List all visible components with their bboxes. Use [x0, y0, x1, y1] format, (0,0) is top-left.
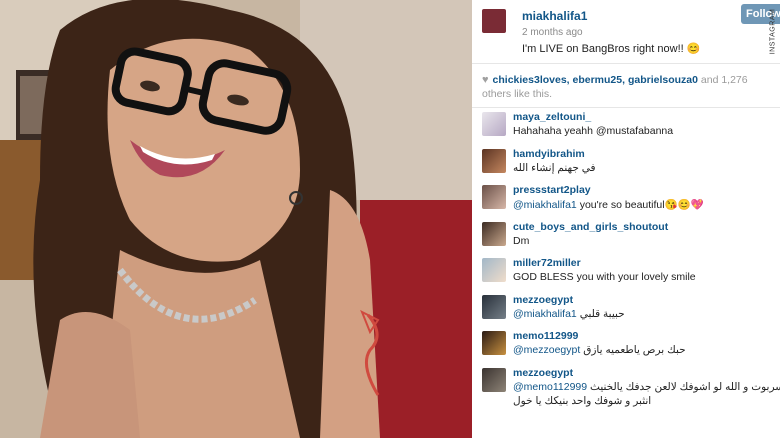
comment-mention[interactable]: @memo112999: [513, 381, 587, 393]
comment-body: حبك برص ياطعميه يازق: [580, 344, 686, 356]
comment-text: @miakhalifa1 you're so beautiful😘😊💖: [513, 198, 704, 211]
owner-avatar[interactable]: [482, 9, 506, 33]
comment-username[interactable]: hamdyibrahim: [513, 148, 585, 160]
comment-body: حبيبة قلبي: [576, 307, 625, 320]
selfie-photo: [0, 0, 472, 438]
comment-text: @memo112999 كل زق يا السربوت و الله لو ا…: [513, 381, 780, 393]
comment-username[interactable]: pressstart2play: [513, 184, 591, 196]
comment-item: mezzoegypt @miakhalifa1 حبيبة قلبي: [472, 291, 780, 328]
commenter-avatar[interactable]: [482, 112, 506, 136]
comment-list: maya_zeltouni_ Hahahaha yeahh @mustafaba…: [472, 108, 780, 407]
comment-username[interactable]: mezzoegypt: [513, 294, 573, 306]
comment-text: Dm: [513, 234, 530, 247]
comment-text-line2: انثبر و شوفك واحد بنيكك يا خول: [513, 394, 652, 407]
post-timestamp: 2 months ago: [522, 27, 583, 38]
comment-username[interactable]: cute_boys_and_girls_shoutout: [513, 221, 668, 233]
post-header: miakhalifa1 2 months ago I'm LIVE on Ban…: [472, 0, 780, 64]
commenter-avatar[interactable]: [482, 148, 506, 173]
commenter-avatar[interactable]: [482, 221, 506, 246]
post-caption: I'm LIVE on BangBros right now!! 😊: [522, 43, 701, 55]
comment-item: mezzoegypt @memo112999 كل زق يا السربوت …: [472, 364, 780, 407]
commenter-avatar[interactable]: [482, 258, 506, 282]
commenter-avatar[interactable]: [482, 367, 506, 392]
comment-text: في جهنم إنشاء الله: [513, 161, 596, 174]
comment-mention[interactable]: @miakhalifa1: [513, 308, 577, 320]
comment-body: you're so beautiful😘😊💖: [576, 199, 704, 211]
comment-username[interactable]: maya_zeltouni_: [513, 111, 591, 123]
likes-count: and 1,276: [697, 74, 748, 86]
likers-list[interactable]: chickies3loves, ebermu25, gabrielsouza0: [493, 74, 698, 86]
comment-text: @miakhalifa1 حبيبة قلبي: [513, 308, 625, 320]
commenter-avatar[interactable]: [482, 294, 506, 319]
comment-body: كل زق يا السربوت و الله لو اشوفك لالعن ج…: [590, 380, 780, 393]
comment-text: Hahahaha yeahh @mustafabanna: [513, 125, 674, 137]
owner-username[interactable]: miakhalifa1: [522, 9, 587, 23]
comment-item: pressstart2play @miakhalifa1 you're so b…: [472, 181, 780, 218]
comment-item: memo112999 @mezzoegypt حبك برص ياطعميه ي…: [472, 327, 780, 364]
comment-item: cute_boys_and_girls_shoutout Dm: [472, 218, 780, 255]
comment-username[interactable]: mezzoegypt: [513, 367, 573, 379]
likes-summary: ♥ chickies3loves, ebermu25, gabrielsouza0…: [472, 64, 780, 108]
commenter-avatar[interactable]: [482, 331, 506, 355]
instagram-brand: INSTAGRAM: [766, 8, 780, 60]
brand-label: INSTAGRAM: [769, 8, 777, 55]
comment-mention[interactable]: @miakhalifa1: [513, 199, 577, 211]
comment-item: miller72miller GOD BLESS you with your l…: [472, 254, 780, 291]
post-photo: [0, 0, 472, 438]
comment-username[interactable]: memo112999: [513, 330, 578, 342]
comment-text: GOD BLESS you with your lovely smile: [513, 271, 696, 283]
likes-others: others like this.: [482, 88, 553, 100]
comment-item: hamdyibrahim في جهنم إنشاء الله: [472, 145, 780, 182]
commenter-avatar[interactable]: [482, 185, 506, 209]
post-panel: miakhalifa1 2 months ago I'm LIVE on Ban…: [472, 0, 780, 438]
heart-icon: ♥: [482, 74, 489, 86]
comment-item: maya_zeltouni_ Hahahaha yeahh @mustafaba…: [472, 108, 780, 145]
comment-text: @mezzoegypt حبك برص ياطعميه يازق: [513, 344, 686, 356]
comment-username[interactable]: miller72miller: [513, 257, 581, 269]
comment-mention[interactable]: @mezzoegypt: [513, 344, 580, 356]
